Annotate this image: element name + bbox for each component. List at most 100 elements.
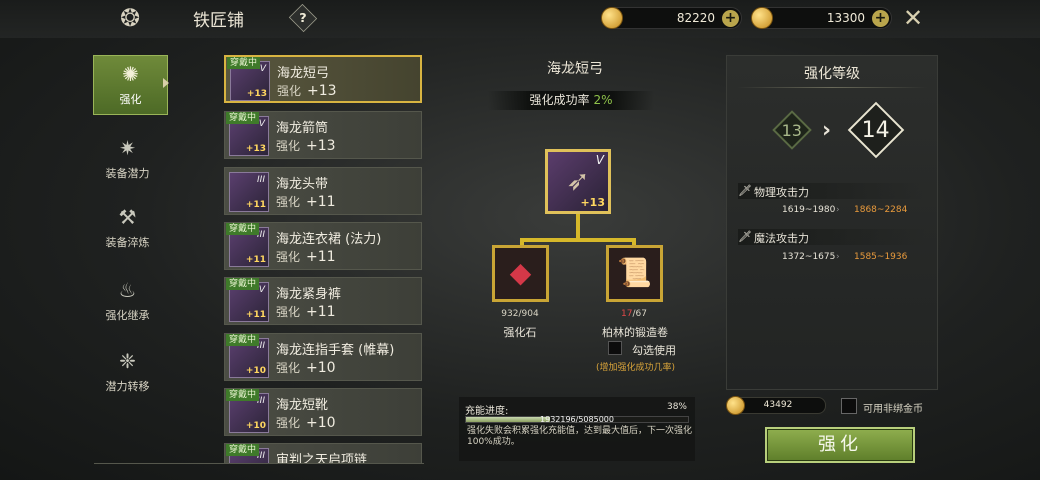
- sword-icon: 🗡: [738, 230, 752, 243]
- charge-description: 强化失败会积累强化充能值，达到最大值后，下一次强化100%成功。: [467, 426, 693, 447]
- equipment-list[interactable]: V +13 穿戴中 海龙短弓 强化 +13 V +13 穿戴中 海龙箭筒 强化 +13 …: [224, 55, 423, 463]
- item-name: 审判之天启项链: [276, 453, 368, 463]
- tier-roman: V: [258, 285, 265, 295]
- equipped-badge: 穿戴中: [226, 278, 260, 290]
- equipped-badge: 穿戴中: [227, 57, 261, 69]
- stone-required: /904: [518, 309, 539, 319]
- level-prefix: 强化: [277, 84, 302, 98]
- target-item-slot[interactable]: ➶ V +13: [545, 149, 611, 214]
- level-prefix: 强化: [276, 250, 301, 264]
- thumb-level: +11: [245, 200, 266, 210]
- sword-icon: 🗡: [738, 184, 752, 197]
- list-item[interactable]: V +13 穿戴中 海龙箭筒 强化 +13: [224, 111, 422, 159]
- item-level: 强化 +13: [276, 137, 336, 154]
- list-item[interactable]: III +10 穿戴中 海龙连指手套 (帷幕) 强化 +10: [224, 333, 422, 381]
- enhance-button[interactable]: 强化: [765, 427, 915, 463]
- inherit-icon: ♨: [118, 278, 137, 302]
- crossed-swords-close-icon[interactable]: ✕: [900, 5, 926, 31]
- thumb-level: +13: [245, 144, 266, 154]
- sidebar-item-potential[interactable]: ✷ 装备潜力: [90, 130, 165, 190]
- thumb-level: +10: [245, 366, 266, 376]
- stone-count: 932/904: [480, 309, 560, 319]
- stat-physical-header: 🗡 物理攻击力: [738, 183, 926, 199]
- item-name: 海龙短弓: [277, 66, 330, 81]
- scroll-required: /67: [632, 309, 647, 319]
- item-name: 海龙紧身裤: [276, 287, 342, 302]
- level-value: +11: [306, 194, 336, 210]
- list-item[interactable]: III +10 穿戴中 海龙短靴 强化 +10: [224, 388, 422, 436]
- list-item[interactable]: III +11 穿戴中 海龙连衣裙 (法力) 强化 +11: [224, 222, 422, 270]
- list-item[interactable]: V +11 穿戴中 海龙紧身裤 强化 +11: [224, 277, 422, 325]
- item-name: 海龙箭筒: [276, 121, 329, 136]
- chevron-right-icon: ›: [836, 252, 840, 262]
- scroll-icon: 📜: [617, 256, 652, 289]
- tier-roman: V: [595, 153, 604, 167]
- nonbound-gold-checkbox[interactable]: [841, 398, 857, 414]
- thumb-level: +13: [246, 89, 267, 99]
- anvil-icon: ⚒: [118, 205, 137, 229]
- level-prefix: 强化: [276, 305, 301, 319]
- gem-amount: 13300: [826, 11, 865, 25]
- equipped-badge: 穿戴中: [226, 389, 260, 401]
- thumb-level: +11: [245, 310, 266, 320]
- tier-roman: V: [258, 119, 265, 129]
- active-indicator-arrow: [163, 78, 169, 88]
- upgrade-panel-title: 强化等级: [804, 66, 860, 82]
- thumb-level: +10: [245, 421, 266, 431]
- gold-cost-value: 43492: [763, 400, 793, 410]
- add-gem-button[interactable]: +: [872, 10, 889, 27]
- level-prefix: 强化: [276, 361, 301, 375]
- connector-line: [520, 238, 636, 242]
- success-rate: 强化成功率 2%: [488, 91, 654, 110]
- red-crystal-icon: ◆: [509, 256, 532, 289]
- list-item[interactable]: III +11 海龙头带 强化 +11: [224, 167, 422, 215]
- stat-old: 1619~1980: [782, 205, 836, 215]
- gold-coin-icon: [601, 7, 623, 29]
- stat-label: 物理攻击力: [754, 186, 809, 199]
- equipped-badge: 穿戴中: [226, 112, 260, 124]
- charge-label: 充能进度:: [465, 406, 509, 417]
- use-scroll-hint: (增加强化成功几率): [596, 363, 676, 373]
- chevron-right-icon: ›: [822, 118, 832, 143]
- gold-currency: 82220 +: [601, 7, 742, 29]
- sidebar-item-label: 强化: [119, 93, 142, 106]
- charge-numbers: 1932196/5085000: [540, 415, 614, 424]
- list-item[interactable]: V +13 穿戴中 海龙短弓 强化 +13: [224, 55, 422, 103]
- stat-magic-header: 🗡 魔法攻击力: [738, 229, 926, 245]
- level-value: +13: [307, 83, 337, 99]
- equipped-badge: 穿戴中: [226, 334, 260, 346]
- success-rate-value: 2%: [593, 93, 613, 107]
- thumb-level: +11: [245, 255, 266, 265]
- sidebar-item-enhance[interactable]: ✺ 强化: [93, 55, 168, 115]
- connector-line: [576, 214, 580, 240]
- enhance-icon: ✺: [122, 62, 139, 86]
- stat-label: 魔法攻击力: [754, 232, 809, 245]
- transfer-icon: ❈: [119, 349, 136, 373]
- use-scroll-checkbox[interactable]: [608, 341, 622, 355]
- level-value: +11: [306, 304, 336, 320]
- tier-roman: V: [259, 64, 266, 74]
- page-title: 铁匠铺: [193, 11, 244, 31]
- success-rate-label: 强化成功率: [529, 93, 590, 107]
- level-value: +10: [306, 415, 336, 431]
- title-divider: [737, 87, 927, 88]
- gem-coin-icon: [751, 7, 773, 29]
- gem-currency: 13300 +: [751, 7, 892, 29]
- add-gold-button[interactable]: +: [722, 10, 739, 27]
- enhance-stone-slot[interactable]: ◆: [492, 245, 549, 302]
- sidebar-item-transfer[interactable]: ❈ 潜力转移: [90, 343, 165, 403]
- level-prefix: 强化: [276, 416, 301, 430]
- equipped-badge: 穿戴中: [226, 223, 260, 235]
- sidebar-item-inherit[interactable]: ♨ 强化继承: [90, 272, 165, 332]
- sidebar-item-temper[interactable]: ⚒ 装备淬炼: [90, 199, 165, 259]
- current-level: 13: [781, 120, 803, 140]
- item-name: 海龙头带: [276, 177, 329, 192]
- forge-scroll-slot[interactable]: 📜: [606, 245, 663, 302]
- dragon-emblem-icon: ❂: [119, 4, 141, 32]
- level-prefix: 强化: [276, 195, 301, 209]
- list-item[interactable]: III 穿戴中 审判之天启项链: [224, 443, 422, 463]
- scroll-count: 17/67: [594, 309, 674, 319]
- item-level: 强化 +10: [276, 414, 336, 431]
- sidebar-item-label: 强化继承: [105, 309, 150, 322]
- list-bottom-divider: [94, 463, 424, 464]
